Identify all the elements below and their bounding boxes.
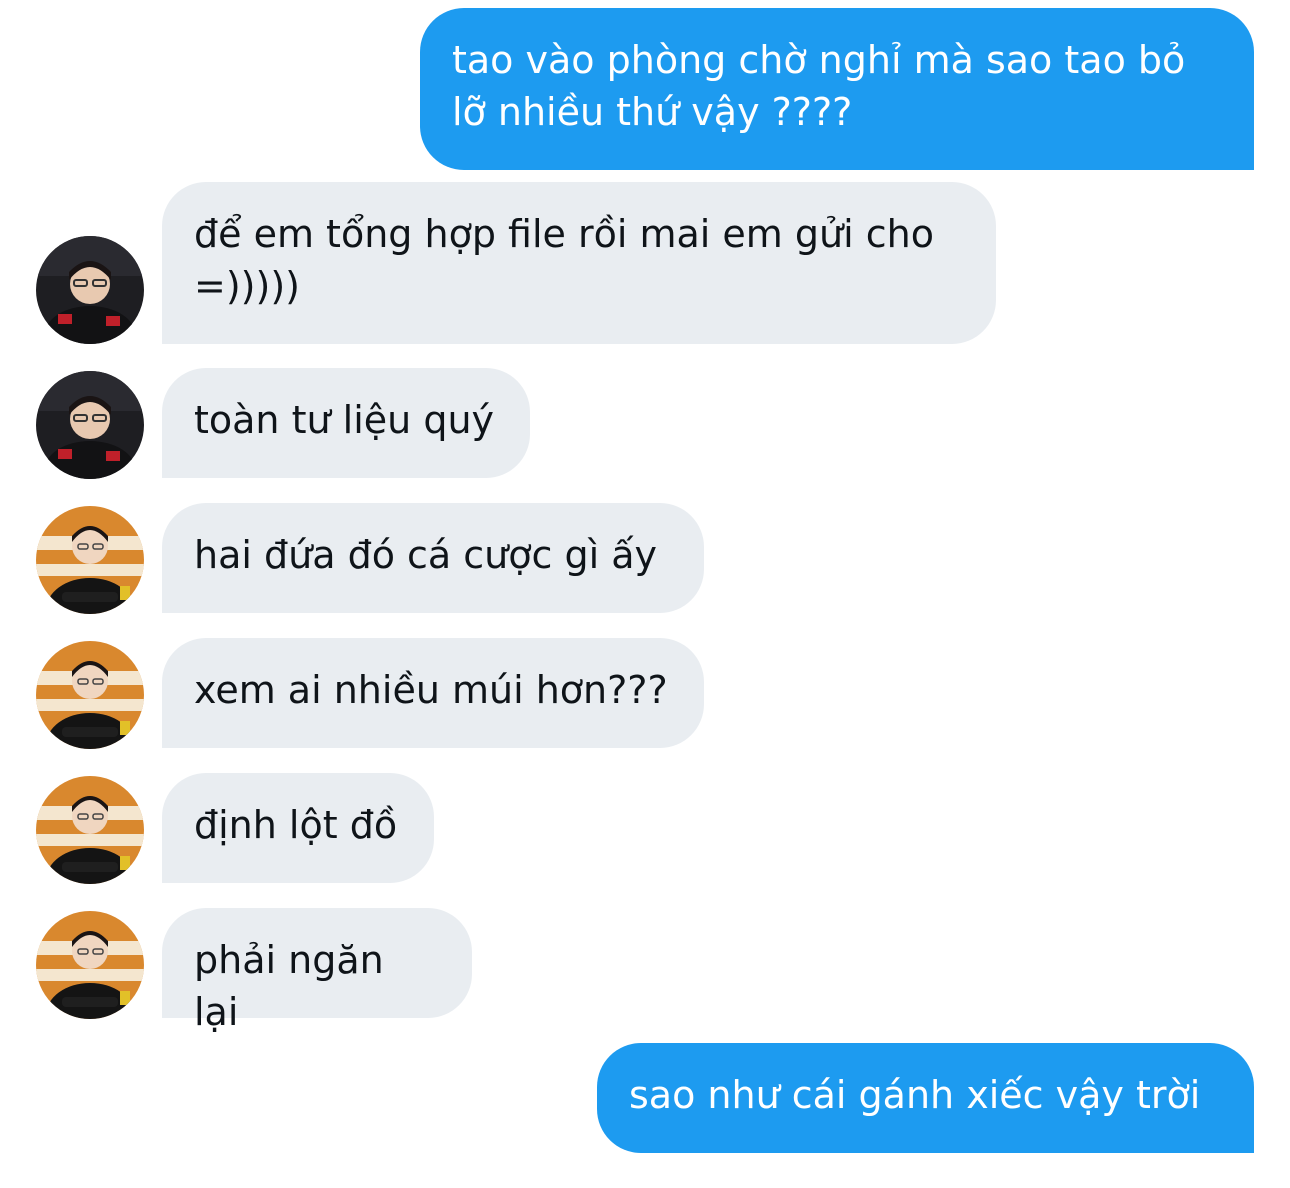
received-message-bubble[interactable]: để em tổng hợp file rồi mai em gửi cho =… <box>162 182 996 344</box>
received-message-bubble[interactable]: định lột đồ <box>162 773 434 883</box>
avatar-user-a[interactable] <box>36 236 144 344</box>
sent-message-bubble[interactable]: sao như cái gánh xiếc vậy trời <box>597 1043 1254 1153</box>
message-thread: tao vào phòng chờ nghỉ mà sao tao bỏ lỡ … <box>0 0 1290 1188</box>
avatar-user-b[interactable] <box>36 911 144 1019</box>
avatar-user-b[interactable] <box>36 776 144 884</box>
avatar-photo-icon <box>36 911 144 1019</box>
avatar-photo-icon <box>36 236 144 344</box>
avatar-photo-icon <box>36 641 144 749</box>
received-message-bubble[interactable]: xem ai nhiều múi hơn??? <box>162 638 704 748</box>
avatar-photo-icon <box>36 776 144 884</box>
avatar-photo-icon <box>36 506 144 614</box>
avatar-user-b[interactable] <box>36 641 144 749</box>
avatar-user-b[interactable] <box>36 506 144 614</box>
sent-message-bubble[interactable]: tao vào phòng chờ nghỉ mà sao tao bỏ lỡ … <box>420 8 1254 170</box>
received-message-bubble[interactable]: toàn tư liệu quý <box>162 368 530 478</box>
received-message-bubble[interactable]: hai đứa đó cá cược gì ấy <box>162 503 704 613</box>
avatar-photo-icon <box>36 371 144 479</box>
received-message-bubble[interactable]: phải ngăn lại <box>162 908 472 1034</box>
avatar-user-a[interactable] <box>36 371 144 479</box>
